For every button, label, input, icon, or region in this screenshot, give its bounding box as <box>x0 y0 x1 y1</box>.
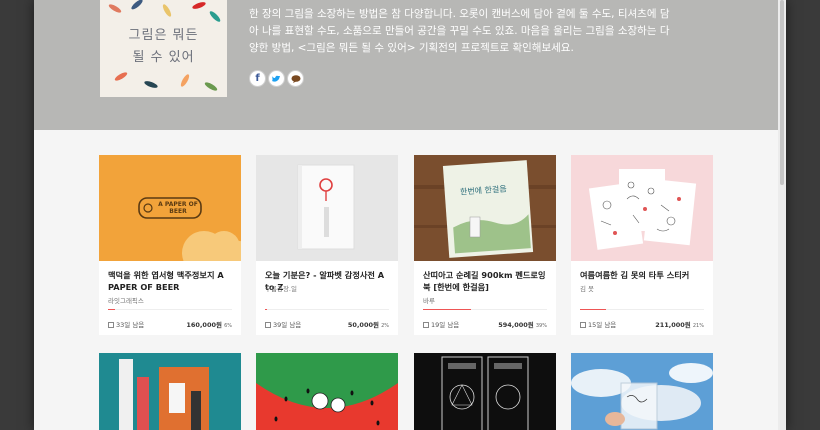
project-creator[interactable]: 김 못 <box>580 283 594 293</box>
days-left: 33일 남음 <box>116 321 145 329</box>
project-title[interactable]: 맥덕을 위한 엽서형 맥주정보지 A PAPER OF BEER <box>108 269 234 293</box>
funded-percent: 39% <box>535 323 547 329</box>
funding-progress-bar <box>580 309 704 310</box>
project-title[interactable]: 여름여름한 김 못의 타투 스티커 <box>580 269 706 281</box>
funding-progress-bar <box>265 309 389 310</box>
days-left: 15일 남음 <box>588 321 617 329</box>
project-thumbnail[interactable] <box>571 353 713 430</box>
calendar-icon <box>108 322 114 328</box>
days-left: 39일 남음 <box>273 321 302 329</box>
beer-logo-text: A PAPER OF BEER <box>158 201 198 215</box>
project-creator[interactable]: 구름공장.일 <box>265 283 297 293</box>
project-thumbnail[interactable]: 한번에 한걸음 <box>414 155 556 261</box>
calendar-icon <box>423 322 429 328</box>
project-creator[interactable]: 라잇그래픽스 <box>108 295 144 305</box>
funded-percent: 6% <box>224 323 232 329</box>
project-thumbnail[interactable] <box>99 353 241 430</box>
project-title[interactable]: 산띠아고 순례길 900km 펜드로잉 북 [한번에 한걸음] <box>423 269 549 293</box>
poster-title-line2: 될 수 있어 <box>132 50 195 65</box>
funded-amount: 594,000원 <box>498 321 534 329</box>
facebook-icon[interactable]: f <box>249 70 266 87</box>
funded-percent: 2% <box>381 323 389 329</box>
project-thumbnail[interactable]: A PAPER OF BEER <box>99 155 241 261</box>
project-card[interactable]: A PAPER OF BEER 맥덕을 위한 엽서형 맥주정보지 A PAPER… <box>99 155 241 335</box>
exhibition-hero: 그림은 뭐든 될 수 있어 한 장의 그림을 소장하는 방법은 참 다양합니다.… <box>34 0 778 130</box>
project-creator[interactable]: 바루 <box>423 295 435 305</box>
share-buttons: f <box>249 70 304 87</box>
calendar-icon <box>580 322 586 328</box>
exhibition-description: 한 장의 그림을 소장하는 방법은 참 다양합니다. 오롯이 캔버스에 담아 곁… <box>249 8 670 54</box>
project-card[interactable]: 여름여름한 김 못의 타투 스티커 김 못 15일 남음 211,000원 21… <box>571 155 713 335</box>
funding-progress-bar <box>108 309 232 310</box>
funded-amount: 50,000원 <box>347 321 379 329</box>
scrollbar-thumb[interactable] <box>780 0 784 185</box>
funding-progress-bar <box>423 309 547 310</box>
days-left: 19일 남음 <box>431 321 460 329</box>
vertical-scrollbar[interactable] <box>778 0 786 430</box>
project-thumbnail[interactable] <box>414 353 556 430</box>
project-card[interactable]: 오늘 기분은? - 알파벳 감정사전 A to Z 구름공장.일 39일 남음 … <box>256 155 398 335</box>
project-thumbnail[interactable] <box>256 155 398 261</box>
exhibition-poster: 그림은 뭐든 될 수 있어 <box>100 0 227 97</box>
funded-percent: 21% <box>692 323 704 329</box>
funded-amount: 211,000원 <box>655 321 691 329</box>
project-card[interactable]: 한번에 한걸음 산띠아고 순례길 900km 펜드로잉 북 [한번에 한걸음] … <box>414 155 556 335</box>
kakaostory-icon[interactable] <box>287 70 304 87</box>
browser-window: 그림은 뭐든 될 수 있어 한 장의 그림을 소장하는 방법은 참 다양합니다.… <box>34 0 786 430</box>
calendar-icon <box>265 322 271 328</box>
funded-amount: 160,000원 <box>186 321 222 329</box>
twitter-icon[interactable] <box>268 70 285 87</box>
project-thumbnail[interactable] <box>571 155 713 261</box>
poster-title-line1: 그림은 뭐든 <box>128 28 199 43</box>
project-thumbnail[interactable] <box>256 353 398 430</box>
